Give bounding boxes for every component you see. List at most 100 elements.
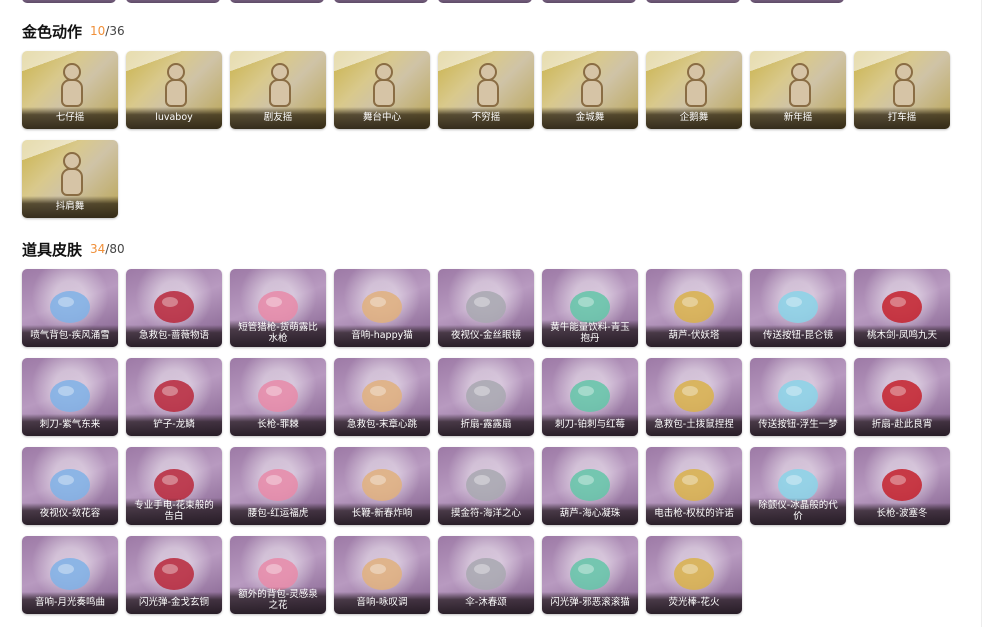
skin-card[interactable]: 桃木剑-凤鸣九天 bbox=[854, 269, 950, 347]
card-label: 葫芦-伏妖塔 bbox=[646, 325, 742, 347]
skin-card[interactable]: 传送按钮-浮生一梦 bbox=[750, 358, 846, 436]
skin-card[interactable]: 黄牛能量饮料-青玉抱丹 bbox=[542, 269, 638, 347]
card-label: 急救包-土拨鼠捏捏 bbox=[646, 414, 742, 436]
item-skin-icon bbox=[458, 544, 514, 596]
action-card[interactable]: 打车摇 bbox=[854, 51, 950, 129]
card-label: 夜视仪-金丝眼镜 bbox=[438, 325, 534, 347]
action-card[interactable]: 金城舞 bbox=[542, 51, 638, 129]
card-label: 黄牛能量饮料-青玉抱丹 bbox=[542, 320, 638, 347]
skin-card[interactable]: 长枪-波塞冬 bbox=[854, 447, 950, 525]
skin-card[interactable]: 喷气背包-疾风涌雪 bbox=[22, 269, 118, 347]
skin-card[interactable]: 音响-月光奏鸣曲 bbox=[22, 536, 118, 614]
item-skins-section: 道具皮肤 34/80 喷气背包-疾风涌雪 急救包-蔷薇物语 短管猎枪-货萌露比水枪音… bbox=[22, 238, 962, 614]
action-card[interactable]: 七仔摇 bbox=[22, 51, 118, 129]
card-label: 除颤仪-冰晶般的代价 bbox=[750, 498, 846, 525]
item-skin-icon bbox=[770, 366, 826, 418]
skin-card[interactable]: 音响-咏叹调 bbox=[334, 536, 430, 614]
skin-card[interactable]: 夜视仪-敛花容 bbox=[22, 447, 118, 525]
skin-card[interactable]: 刺刀-铂刺与红莓 bbox=[542, 358, 638, 436]
card-label: 摸金符-海洋之心 bbox=[438, 503, 534, 525]
skin-card[interactable]: 传送按钮-昆仑镜 bbox=[750, 269, 846, 347]
skin-card[interactable]: 折扇-露露扇 bbox=[438, 358, 534, 436]
skin-card[interactable]: 额外的背包-灵感泉之花 bbox=[230, 536, 326, 614]
skin-card[interactable]: 伞-沐春颂 bbox=[438, 536, 534, 614]
skin-card[interactable]: 荧光棒-花火 bbox=[646, 536, 742, 614]
skin-card[interactable]: 折扇-赴此良宵 bbox=[854, 358, 950, 436]
item-skin-icon bbox=[42, 366, 98, 418]
item-skin-icon bbox=[250, 455, 306, 507]
card-label: 腰包-红运福虎 bbox=[230, 503, 326, 525]
skin-card[interactable]: 闪光弹-金戈玄铜 bbox=[126, 536, 222, 614]
card-label: luvaboy bbox=[126, 107, 222, 129]
item-skin-icon bbox=[666, 277, 722, 329]
skin-card[interactable]: 电击枪-权杖的许诺 bbox=[646, 447, 742, 525]
skin-card[interactable]: 短管猎枪-货萌露比水枪 bbox=[230, 269, 326, 347]
skin-card[interactable]: 除颤仪-冰晶般的代价 bbox=[750, 447, 846, 525]
action-card[interactable]: 不穷摇 bbox=[438, 51, 534, 129]
item-skin-icon bbox=[250, 366, 306, 418]
skin-card[interactable]: 刺刀-紫气东来 bbox=[22, 358, 118, 436]
dance-pose-icon bbox=[157, 63, 191, 109]
skin-card[interactable]: 夜视仪-金丝眼镜 bbox=[438, 269, 534, 347]
scrollbar[interactable] bbox=[981, 0, 1000, 627]
card-label: 夜视仪-敛花容 bbox=[22, 503, 118, 525]
dance-pose-icon bbox=[261, 63, 295, 109]
action-card[interactable]: 舞台中心 bbox=[334, 51, 430, 129]
card-label: 闪光弹-邪恶滚滚猫 bbox=[542, 592, 638, 614]
item-skin-icon bbox=[458, 455, 514, 507]
dance-pose-icon bbox=[469, 63, 503, 109]
card-label: 新年摇 bbox=[750, 107, 846, 129]
skin-card[interactable]: 铲子-龙鳞 bbox=[126, 358, 222, 436]
item-skin-icon bbox=[666, 544, 722, 596]
skin-card[interactable]: 腰包-红运福虎 bbox=[230, 447, 326, 525]
section-title: 道具皮肤 34/80 bbox=[22, 238, 962, 260]
card-label: 刺刀-紫气东来 bbox=[22, 414, 118, 436]
card-label: 伞-沐春颂 bbox=[438, 592, 534, 614]
card-label: 打车摇 bbox=[854, 107, 950, 129]
skin-card[interactable]: 专业手电-花束般的告白 bbox=[126, 447, 222, 525]
skin-card[interactable]: 长鞭-新春炸响 bbox=[334, 447, 430, 525]
item-skin-icon bbox=[562, 366, 618, 418]
item-skin-icon bbox=[562, 544, 618, 596]
skin-card[interactable]: 急救包-末章心跳 bbox=[334, 358, 430, 436]
card-label: 额外的背包-灵感泉之花 bbox=[230, 587, 326, 614]
card-label: 音响-happy猫 bbox=[334, 325, 430, 347]
previous-section-cards-edge bbox=[22, 0, 982, 6]
card-label: 长枪-罪棘 bbox=[230, 414, 326, 436]
skin-grid: 喷气背包-疾风涌雪 急救包-蔷薇物语 短管猎枪-货萌露比水枪 音响-happy猫 夜视仪… bbox=[22, 269, 962, 614]
gold-actions-section: 金色动作 10/36 七仔摇 luvaboy 剧友摇 舞台中心 不穷摇 金城舞 企鹅舞 新年摇… bbox=[22, 20, 962, 218]
action-card[interactable]: 剧友摇 bbox=[230, 51, 326, 129]
action-card[interactable]: 抖肩舞 bbox=[22, 140, 118, 218]
card-label: 短管猎枪-货萌露比水枪 bbox=[230, 320, 326, 347]
card-label: 急救包-末章心跳 bbox=[334, 414, 430, 436]
item-skin-icon bbox=[458, 277, 514, 329]
card-label: 抖肩舞 bbox=[22, 196, 118, 218]
skin-card[interactable]: 闪光弹-邪恶滚滚猫 bbox=[542, 536, 638, 614]
card-label: 音响-月光奏鸣曲 bbox=[22, 592, 118, 614]
item-skin-icon bbox=[42, 277, 98, 329]
card-label: 喷气背包-疾风涌雪 bbox=[22, 325, 118, 347]
card-label: 桃木剑-凤鸣九天 bbox=[854, 325, 950, 347]
item-skin-icon bbox=[42, 455, 98, 507]
action-card[interactable]: 新年摇 bbox=[750, 51, 846, 129]
card-label: 传送按钮-昆仑镜 bbox=[750, 325, 846, 347]
skin-card[interactable]: 葫芦-伏妖塔 bbox=[646, 269, 742, 347]
item-skin-icon bbox=[146, 277, 202, 329]
skin-card[interactable]: 音响-happy猫 bbox=[334, 269, 430, 347]
skin-card[interactable]: 急救包-土拨鼠捏捏 bbox=[646, 358, 742, 436]
skin-card[interactable]: 葫芦-海心凝珠 bbox=[542, 447, 638, 525]
dance-pose-icon bbox=[677, 63, 711, 109]
action-card[interactable]: 企鹅舞 bbox=[646, 51, 742, 129]
item-skin-icon bbox=[562, 455, 618, 507]
dance-pose-icon bbox=[53, 152, 87, 198]
action-card[interactable]: luvaboy bbox=[126, 51, 222, 129]
item-skin-icon bbox=[354, 277, 410, 329]
skin-card[interactable]: 摸金符-海洋之心 bbox=[438, 447, 534, 525]
skin-card[interactable]: 急救包-蔷薇物语 bbox=[126, 269, 222, 347]
card-label: 长鞭-新春炸响 bbox=[334, 503, 430, 525]
section-name: 金色动作 bbox=[22, 22, 83, 41]
skin-card[interactable]: 长枪-罪棘 bbox=[230, 358, 326, 436]
action-grid: 七仔摇 luvaboy 剧友摇 舞台中心 不穷摇 金城舞 企鹅舞 新年摇 打车摇抖肩舞 bbox=[22, 51, 962, 218]
card-label: 音响-咏叹调 bbox=[334, 592, 430, 614]
collection-count: 10/36 bbox=[90, 24, 125, 38]
